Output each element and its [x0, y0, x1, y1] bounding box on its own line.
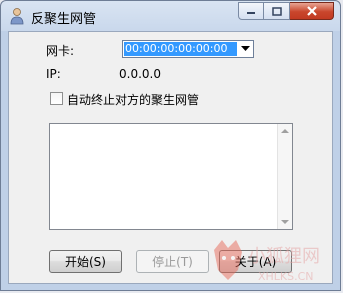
close-button[interactable] [290, 2, 334, 20]
chevron-down-icon[interactable] [237, 41, 253, 57]
log-scrollbar[interactable] [277, 124, 292, 229]
ip-value: 0.0.0.0 [119, 67, 161, 81]
nic-select-value: 00:00:00:00:00:00 [124, 42, 237, 56]
minimize-icon [247, 12, 255, 14]
log-textarea[interactable] [49, 123, 293, 230]
close-icon [306, 6, 317, 16]
stop-button[interactable]: 停止(T) [136, 250, 209, 273]
auto-stop-label[interactable]: 自动终止对方的聚生网管 [67, 91, 199, 108]
minimize-button[interactable] [238, 2, 264, 20]
about-button[interactable]: 关于(A) [219, 250, 292, 273]
window-title: 反聚生网管 [31, 12, 97, 27]
nic-label: 网卡: [46, 44, 75, 58]
app-icon [10, 8, 24, 25]
ip-label: IP: [46, 67, 61, 81]
nic-select[interactable]: 00:00:00:00:00:00 [122, 40, 254, 58]
scroll-down-icon[interactable] [281, 220, 289, 224]
auto-stop-checkbox[interactable] [50, 92, 63, 105]
maximize-icon [271, 6, 282, 16]
scroll-up-icon[interactable] [281, 129, 289, 133]
title-bar[interactable]: 反聚生网管 [1, 1, 340, 31]
start-button[interactable]: 开始(S) [49, 250, 122, 273]
maximize-button[interactable] [264, 2, 290, 20]
dialog-body: 网卡: 00:00:00:00:00:00 IP: 0.0.0.0 自动终止对方… [8, 31, 333, 284]
main-window: 反聚生网管 网卡: 00:00:00:00:00:00 IP: 0.0.0.0 … [0, 0, 341, 291]
caption-buttons [238, 2, 334, 21]
